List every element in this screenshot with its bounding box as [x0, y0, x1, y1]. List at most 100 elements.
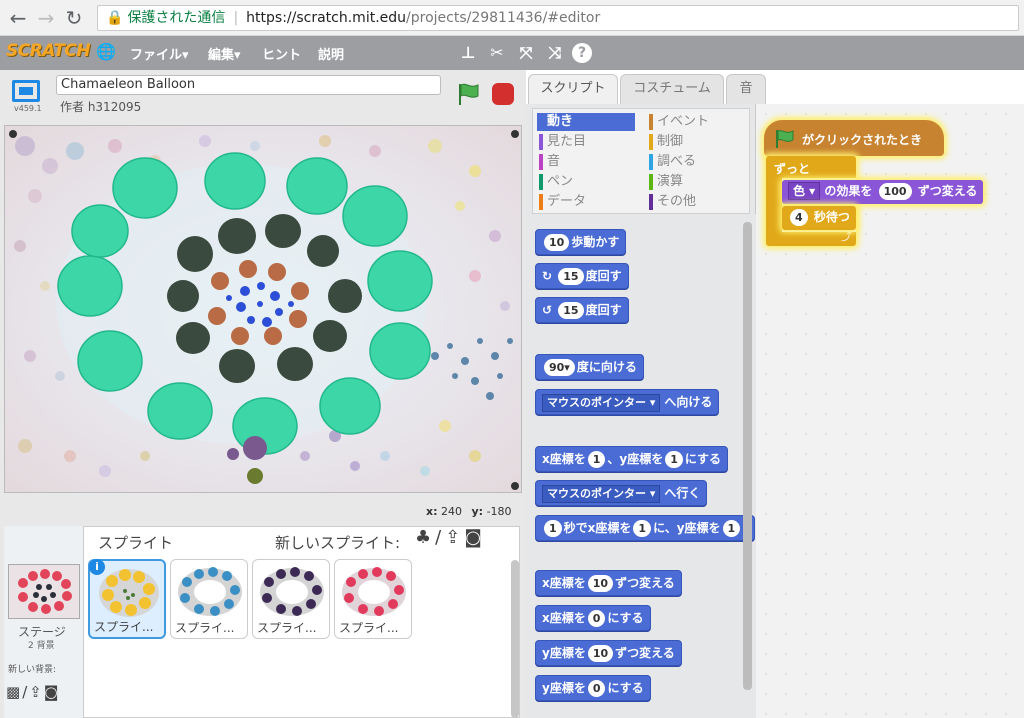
- category-more[interactable]: その他: [647, 193, 745, 211]
- hat-label: がクリックされたとき: [802, 133, 923, 147]
- info-icon[interactable]: i: [89, 559, 105, 575]
- tab-scripts[interactable]: スクリプト: [528, 74, 618, 105]
- sprite-thumbnail-4[interactable]: スプライ...: [334, 559, 412, 639]
- menu-bar: SCRATCH 🌐 ファイル▾ 編集▾ ヒント 説明 ⊥ ✂ ⤧ ⤨ ?: [0, 36, 1024, 70]
- category-control[interactable]: 制御: [647, 133, 745, 151]
- block-go-to-xy[interactable]: x座標を 1 、y座標を 1 にする: [535, 446, 729, 472]
- stage-artwork: [5, 126, 521, 492]
- forward-icon[interactable]: →: [34, 6, 58, 30]
- block-go-to[interactable]: マウスのポインター ▾ へ行く: [535, 480, 708, 506]
- new-backdrop-label: 新しい背景:: [8, 665, 57, 675]
- upload-backdrop-icon[interactable]: ⇪: [29, 683, 44, 701]
- sprite-3-label: スプライ...: [257, 621, 317, 635]
- menu-file[interactable]: ファイル▾: [130, 44, 189, 63]
- block-change-x[interactable]: x座標を 10 ずつ変える: [535, 570, 682, 596]
- sprite-scrollbar[interactable]: [511, 560, 519, 718]
- sprite-4-image: [342, 567, 406, 616]
- category-operators[interactable]: 演算: [647, 173, 745, 191]
- version-label: v459.1: [14, 104, 42, 113]
- green-flag-icon[interactable]: [456, 82, 482, 106]
- duplicate-stamp-icon[interactable]: ⊥: [458, 43, 478, 62]
- block-point-towards[interactable]: マウスのポインター ▾ へ向ける: [535, 389, 720, 415]
- new-sprite-label: 新しいスプライト:: [275, 534, 401, 552]
- category-pen[interactable]: ペン: [537, 173, 635, 191]
- block-turn-left[interactable]: ↺ 15 度回す: [535, 297, 629, 323]
- menu-edit[interactable]: 編集▾: [208, 44, 241, 63]
- sprite-thumbnail-2[interactable]: スプライ...: [170, 559, 248, 639]
- paint-backdrop-icon[interactable]: ▩: [6, 683, 22, 701]
- paint-sprite-icon[interactable]: /: [435, 527, 445, 548]
- category-events[interactable]: イベント: [647, 113, 745, 131]
- globe-icon[interactable]: 🌐: [96, 42, 116, 61]
- sprite-2-label: スプライ...: [175, 621, 235, 635]
- green-flag-icon: [776, 130, 794, 148]
- project-title-input[interactable]: Chamaeleon Balloon: [56, 75, 441, 95]
- stage-thumb-image: [9, 565, 79, 618]
- menu-hint[interactable]: ヒント: [262, 44, 301, 63]
- url-path: /projects/29811436/#editor: [406, 10, 601, 26]
- tab-costumes[interactable]: コスチューム: [620, 74, 724, 104]
- when-flag-clicked-block[interactable]: がクリックされたとき: [764, 120, 944, 156]
- block-point-direction[interactable]: 90▾ 度に向ける: [535, 354, 644, 380]
- shrink-icon[interactable]: ⤨: [545, 43, 565, 63]
- x-coord-value: 240: [441, 505, 462, 518]
- camera-backdrop-icon[interactable]: ◙: [44, 683, 61, 701]
- y-coord-value: -180: [486, 505, 512, 518]
- sprite-library-icon[interactable]: ♣: [415, 527, 435, 548]
- back-icon[interactable]: ←: [6, 6, 30, 30]
- wait-seconds[interactable]: 4: [790, 209, 808, 226]
- effect-dropdown[interactable]: 色 ▾: [788, 182, 821, 200]
- loop-arrow-icon: ⤴: [841, 230, 852, 243]
- forever-label: ずっと: [774, 162, 811, 176]
- category-sound[interactable]: 音: [537, 153, 635, 171]
- secure-label: 保護された通信: [127, 10, 226, 26]
- sprite-thumbnail-3[interactable]: スプライ...: [252, 559, 330, 639]
- scratch-logo[interactable]: SCRATCH: [6, 41, 91, 61]
- y-coord-label: y:: [471, 505, 484, 518]
- fullscreen-icon[interactable]: [12, 80, 40, 102]
- category-data[interactable]: データ: [537, 193, 635, 211]
- sprite-3-image: [260, 567, 324, 616]
- tab-sounds[interactable]: 音: [726, 74, 766, 104]
- delete-scissors-icon[interactable]: ✂: [487, 43, 507, 62]
- help-icon[interactable]: ?: [572, 43, 592, 63]
- mouse-coordinates: x: 240 y: -180: [420, 505, 512, 518]
- block-change-y[interactable]: y座標を 10 ずつ変える: [535, 640, 682, 666]
- sprite-4-label: スプライ...: [339, 621, 399, 635]
- category-looks[interactable]: 見た目: [537, 133, 635, 151]
- lock-icon: 🔒: [106, 10, 124, 26]
- category-list: 動き 見た目 音 ペン データ イベント 制御 調べる 演算 その他: [532, 108, 750, 214]
- menu-about[interactable]: 説明: [318, 44, 344, 63]
- wait-block[interactable]: 4 秒待つ: [782, 206, 856, 230]
- category-sensing[interactable]: 調べる: [647, 153, 745, 171]
- sprites-header: スプライト: [98, 534, 174, 552]
- category-motion[interactable]: 動き: [537, 113, 635, 131]
- stage-thumbnail[interactable]: [8, 564, 80, 619]
- browser-toolbar: ← → ↻ 🔒 保護された通信 | https://scratch.mit.edu/p…: [0, 0, 1024, 36]
- effect-amount[interactable]: 100: [878, 183, 912, 200]
- block-set-x[interactable]: x座標を 0 にする: [535, 605, 651, 631]
- x-coord-label: x:: [426, 505, 438, 518]
- sprite-2-image: [178, 567, 242, 616]
- backdrop-count: 2 背景: [28, 641, 55, 651]
- url-host: https://scratch.mit.edu: [246, 10, 407, 26]
- stop-icon[interactable]: [492, 83, 514, 105]
- block-glide[interactable]: 1 秒でx座標を 1 に、y座標を 1: [535, 515, 755, 541]
- grow-icon[interactable]: ⤧: [516, 43, 536, 63]
- new-sprite-tools: ♣/⇪◙: [415, 527, 486, 548]
- upload-sprite-icon[interactable]: ⇪: [445, 527, 464, 548]
- stage-canvas[interactable]: [4, 125, 522, 493]
- reload-icon[interactable]: ↻: [62, 6, 86, 30]
- camera-sprite-icon[interactable]: ◙: [464, 527, 485, 548]
- block-move-steps[interactable]: 10 歩動かす: [535, 229, 627, 255]
- sprite-1-label: スプライ...: [94, 620, 154, 634]
- palette-scrollbar[interactable]: [743, 222, 752, 690]
- block-set-y[interactable]: y座標を 0 にする: [535, 675, 651, 701]
- new-backdrop-tools: ▩/⇪◙: [6, 683, 60, 701]
- turn-right-icon: ↻: [542, 269, 553, 283]
- address-bar[interactable]: 🔒 保護された通信 | https://scratch.mit.edu/project…: [97, 5, 1019, 31]
- block-turn-right[interactable]: ↻ 15 度回す: [535, 263, 629, 289]
- sprite-1-image: [99, 569, 159, 617]
- project-author: 作者 h312095: [60, 100, 142, 114]
- change-effect-block[interactable]: 色 ▾ の効果を 100 ずつ変える: [782, 180, 984, 204]
